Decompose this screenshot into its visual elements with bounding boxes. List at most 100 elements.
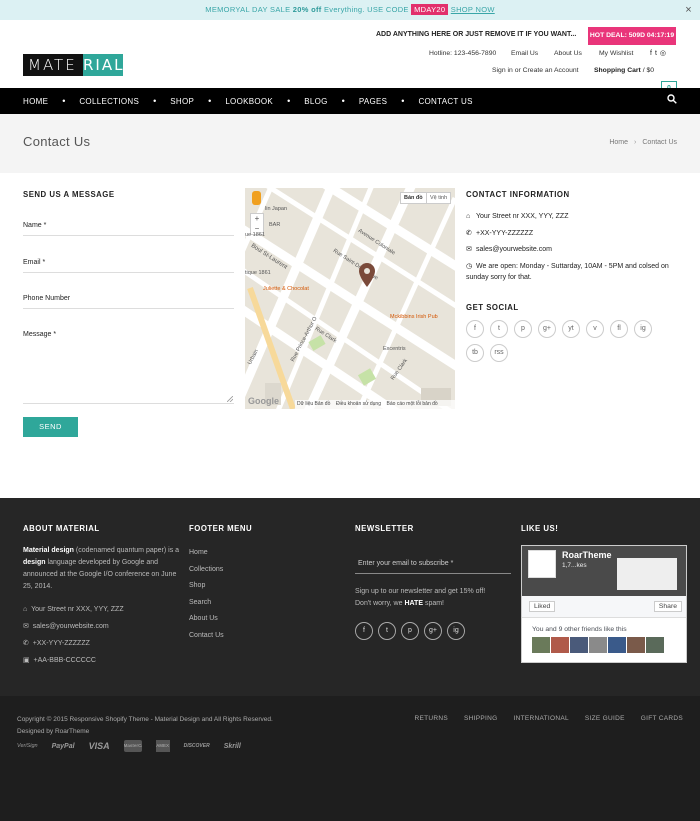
name-label: Name * [23,222,47,229]
google-logo[interactable]: Google [248,396,279,406]
nav-collections[interactable]: COLLECTIONS [79,97,139,106]
map-label-in-japan: lin Japan [265,206,288,212]
nav-blog[interactable]: BLOG [304,97,327,106]
footer-menu-shop[interactable]: Shop [189,582,224,599]
contact-hours: ◷ We are open: Monday - Suttarday, 10AM -… [466,261,686,283]
google-plus-icon[interactable]: g+ [538,320,556,338]
map-pin-icon[interactable] [359,263,375,289]
flickr-icon[interactable]: fl [610,320,628,338]
gift-cards-link[interactable]: GIFT CARDS [641,715,683,722]
map-type-map-button[interactable]: Bản đồ [400,192,427,204]
designed-by[interactable]: Designed by RoarTheme [17,726,273,738]
street-view-pegman-icon[interactable] [252,191,261,205]
send-button[interactable]: SEND [23,417,78,437]
fb-page-name[interactable]: RoarTheme [562,550,612,560]
map-terms-link[interactable]: Điều khoản sử dụng [336,401,381,407]
about-us-link[interactable]: About Us [554,50,582,57]
fb-face [589,637,607,653]
pinterest-icon[interactable]: p [401,622,419,640]
map-report-link[interactable]: Báo cáo một lỗi bản đồ [387,401,438,407]
vimeo-icon[interactable]: v [586,320,604,338]
email-field[interactable]: Email * [23,259,234,273]
nav-shop[interactable]: SHOP [170,97,194,106]
email-us-link[interactable]: Email Us [511,50,538,57]
tumblr-icon[interactable]: tb [466,344,484,362]
phone-field[interactable]: Phone Number [23,295,234,309]
phone-icon: ✆ [466,230,472,237]
nav-contact-us[interactable]: CONTACT US [418,97,472,106]
close-icon[interactable]: × [685,0,692,20]
contact-address: ⌂ Your Street nr XXX, YYY, ZZZ [466,211,568,222]
youtube-icon[interactable]: yt [562,320,580,338]
contact-hours-text: We are open: Monday - Suttarday, 10AM - … [466,263,669,281]
fb-face [646,637,664,653]
hotline: Hotline: 123-456-7890 [429,50,497,57]
instagram-icon[interactable]: ig [447,622,465,640]
promo-bar: MEMORYAL DAY SALE 20% off Everything. US… [0,0,700,20]
footer-menu-collections[interactable]: Collections [189,566,224,583]
logo-part2: RIAL [83,54,125,76]
contact-email-text[interactable]: sales@yourwebsite.com [476,246,552,253]
shopping-cart[interactable]: Shopping Cart / $0 [594,67,654,74]
breadcrumb-home[interactable]: Home [609,139,628,146]
newsletter-email-input[interactable]: Enter your email to subscribe * [355,557,511,574]
nav-dot: • [401,96,405,106]
footer-phone2: ▣ +AA-BBB-CCCCCC [23,655,96,667]
facebook-icon[interactable]: f [355,622,373,640]
message-textarea[interactable] [23,330,234,404]
nav-home[interactable]: HOME [23,97,48,106]
shipping-link[interactable]: SHIPPING [464,715,497,722]
page-title-bar: Contact Us Home › Contact Us [0,114,700,173]
returns-link[interactable]: RETURNS [414,715,448,722]
hot-deal-badge[interactable]: HOT DEAL: 509D 04:17:19 [588,27,676,45]
breadcrumb-current: Contact Us [642,139,677,146]
footer-menu-home[interactable]: Home [189,549,224,566]
fb-liked-button[interactable]: Liked [529,601,556,612]
resize-handle-icon[interactable] [227,396,233,402]
bottom-bar: Copyright © 2015 Responsive Shopify Them… [0,696,700,821]
wishlist-link[interactable]: My Wishlist [599,50,633,57]
map-data-link[interactable]: Dữ liệu Bản đồ [297,401,330,407]
nav-lookbook[interactable]: LOOKBOOK [225,97,273,106]
logo[interactable]: MATE RIAL [23,54,123,76]
shop-now-link[interactable]: SHOP NOW [451,5,495,14]
site-footer: ABOUT MATERIAL Material design (codename… [0,498,700,696]
instagram-icon[interactable]: ◎ [660,50,669,57]
google-map[interactable]: Bản đồ Vệ tinh + − lin Japan BAR ue 1861… [245,188,455,409]
footer-email-text[interactable]: sales@yourwebsite.com [33,623,109,630]
facebook-icon[interactable]: f [466,320,484,338]
map-label-mckibbins: Mckibbins Irish Pub [390,314,438,320]
facebook-like-box[interactable]: RoarTheme 1,7...kes Liked Share You and … [521,545,687,663]
create-account-link[interactable]: Create an Account [523,67,579,74]
sign-in-link[interactable]: Sign in [492,67,513,74]
twitter-icon[interactable]: t [490,320,508,338]
footer-menu-contact[interactable]: Contact Us [189,632,224,649]
phone-label: Phone Number [23,295,71,302]
cart-separator: / [642,67,645,74]
map-type-satellite-button[interactable]: Vệ tinh [426,192,452,204]
cart-label: Shopping Cart [594,67,641,74]
nav-dot: • [62,96,66,106]
rss-icon[interactable]: rss [490,344,508,362]
breadcrumb: Home › Contact Us [609,139,677,146]
footer-menu-search[interactable]: Search [189,599,224,616]
footer-email: ✉ sales@yourwebsite.com [23,621,109,633]
social-icons: f t p g+ yt v fl ig tb rss [466,320,666,368]
zoom-in-button[interactable]: + [251,214,263,224]
map-label-tique-1861: tique 1861 [245,270,271,276]
international-link[interactable]: INTERNATIONAL [513,715,568,722]
search-icon[interactable] [667,94,677,107]
instagram-icon[interactable]: ig [634,320,652,338]
footer-phone1: ✆ +XX-YYY-ZZZZZZ [23,638,90,650]
footer-about-heading: ABOUT MATERIAL [23,524,100,533]
fb-share-button[interactable]: Share [653,601,682,612]
nav-pages[interactable]: PAGES [359,97,387,106]
footer-menu-about[interactable]: About Us [189,615,224,632]
size-guide-link[interactable]: SIZE GUIDE [585,715,625,722]
twitter-icon[interactable]: t [378,622,396,640]
pinterest-icon[interactable]: p [514,320,532,338]
footer-phone1-text: +XX-YYY-ZZZZZZ [32,640,90,647]
newsletter-text: Sign up to our newsletter and get 15% of… [355,586,495,610]
google-plus-icon[interactable]: g+ [424,622,442,640]
name-field[interactable]: Name * [23,222,234,236]
